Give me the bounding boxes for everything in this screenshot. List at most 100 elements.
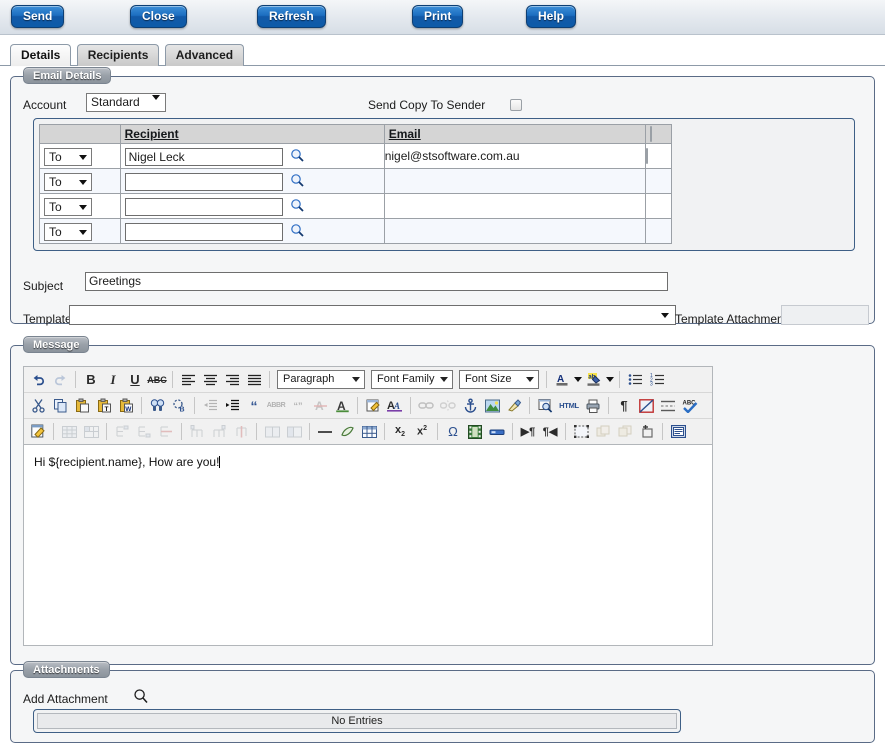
paste-icon[interactable] bbox=[71, 395, 93, 417]
paragraph-format-select[interactable]: Paragraph bbox=[277, 370, 365, 389]
move-forward-icon[interactable] bbox=[592, 421, 614, 443]
font-family-select[interactable]: Font Family bbox=[371, 370, 453, 389]
delete-row-icon[interactable] bbox=[155, 421, 177, 443]
ltr-icon[interactable]: ▶¶ bbox=[517, 421, 539, 443]
recipient-type-select-3[interactable]: To bbox=[44, 223, 92, 241]
help-button[interactable]: Help bbox=[526, 5, 577, 28]
recipient-search-icon-2[interactable] bbox=[290, 198, 304, 215]
row-checkbox-0[interactable] bbox=[645, 148, 648, 164]
close-button[interactable]: Close bbox=[130, 5, 187, 28]
recipient-search-icon-0[interactable] bbox=[290, 148, 304, 165]
split-cells-icon[interactable] bbox=[261, 421, 283, 443]
remove-format-icon[interactable] bbox=[336, 421, 358, 443]
highlight-color-dropdown-icon[interactable] bbox=[605, 369, 615, 391]
insert-row-after-icon[interactable] bbox=[133, 421, 155, 443]
preview-icon[interactable] bbox=[534, 395, 556, 417]
rtl-icon[interactable]: ¶◀ bbox=[539, 421, 561, 443]
move-backward-icon[interactable] bbox=[614, 421, 636, 443]
recipient-type-select-0[interactable]: To bbox=[44, 148, 92, 166]
tab-advanced[interactable]: Advanced bbox=[164, 44, 245, 66]
send-button[interactable]: Send bbox=[11, 5, 65, 28]
cut-icon[interactable] bbox=[27, 395, 49, 417]
insert-media-icon[interactable] bbox=[464, 421, 486, 443]
font-style-icon[interactable]: AA bbox=[384, 395, 406, 417]
recipient-type-select-1[interactable]: To bbox=[44, 173, 92, 191]
unlink-icon[interactable] bbox=[437, 395, 459, 417]
insert-layer-new-icon[interactable] bbox=[636, 421, 658, 443]
find-icon[interactable] bbox=[146, 395, 168, 417]
select-all-checkbox[interactable] bbox=[649, 126, 652, 142]
redo-icon[interactable] bbox=[49, 369, 71, 391]
find-replace-icon[interactable]: B bbox=[168, 395, 190, 417]
recipient-input-1[interactable] bbox=[124, 173, 283, 191]
insert-image-icon[interactable] bbox=[481, 395, 503, 417]
refresh-button[interactable]: Refresh bbox=[257, 5, 326, 28]
align-justify-icon[interactable] bbox=[243, 369, 265, 391]
cell-properties-icon[interactable] bbox=[80, 421, 102, 443]
recipient-search-icon-3[interactable] bbox=[290, 223, 304, 240]
underline-icon[interactable]: U bbox=[124, 369, 146, 391]
insert-table-icon[interactable] bbox=[358, 421, 380, 443]
insert-link-icon[interactable] bbox=[415, 395, 437, 417]
recipient-search-icon-1[interactable] bbox=[290, 173, 304, 190]
recipient-input-0[interactable]: Nigel Leck bbox=[124, 148, 283, 166]
recipient-input-2[interactable] bbox=[124, 198, 283, 216]
recipient-input-3[interactable] bbox=[124, 223, 283, 241]
insert-row-before-icon[interactable] bbox=[111, 421, 133, 443]
copy-icon[interactable] bbox=[49, 395, 71, 417]
table-properties-icon[interactable] bbox=[58, 421, 80, 443]
visual-aid-icon[interactable] bbox=[570, 421, 592, 443]
insert-column-before-icon[interactable] bbox=[186, 421, 208, 443]
tab-details[interactable]: Details bbox=[10, 44, 72, 67]
edit-note-icon[interactable] bbox=[362, 395, 384, 417]
anchor-icon[interactable] bbox=[459, 395, 481, 417]
bullet-list-icon[interactable] bbox=[624, 369, 646, 391]
strikethrough-icon[interactable]: ABC bbox=[146, 369, 168, 391]
numbered-list-icon[interactable]: 123 bbox=[646, 369, 668, 391]
select-all-icon[interactable]: A bbox=[331, 395, 353, 417]
undo-icon[interactable] bbox=[27, 369, 49, 391]
html-source-icon[interactable]: HTML bbox=[556, 395, 582, 417]
insert-page-break-icon[interactable] bbox=[657, 395, 679, 417]
outdent-icon[interactable] bbox=[199, 395, 221, 417]
merge-cells-icon[interactable] bbox=[283, 421, 305, 443]
delete-formatting-icon[interactable]: A bbox=[309, 395, 331, 417]
recipient-type-select-2[interactable]: To bbox=[44, 198, 92, 216]
highlight-color-icon[interactable]: ab bbox=[583, 369, 605, 391]
spellcheck-icon[interactable]: ABC bbox=[679, 395, 701, 417]
special-character-icon[interactable]: Ω bbox=[442, 421, 464, 443]
send-copy-to-sender-checkbox[interactable] bbox=[510, 99, 522, 111]
paste-word-icon[interactable]: W bbox=[115, 395, 137, 417]
paste-text-icon[interactable]: T bbox=[93, 395, 115, 417]
bold-icon[interactable]: B bbox=[80, 369, 102, 391]
abbreviation-icon[interactable]: ABBR bbox=[265, 395, 287, 417]
align-left-icon[interactable] bbox=[177, 369, 199, 391]
subscript-icon[interactable]: x2 bbox=[389, 421, 411, 443]
print-icon[interactable] bbox=[582, 395, 604, 417]
insert-column-after-icon[interactable] bbox=[208, 421, 230, 443]
insert-layer-icon[interactable] bbox=[486, 421, 508, 443]
subject-input[interactable]: Greetings bbox=[85, 272, 668, 291]
align-center-icon[interactable] bbox=[199, 369, 221, 391]
search-icon[interactable] bbox=[133, 688, 149, 707]
message-body-editor[interactable]: Hi ${recipient.name}, How are you! bbox=[24, 447, 712, 645]
show-paragraph-icon[interactable]: ¶ bbox=[613, 395, 635, 417]
blockquote-icon[interactable]: “ bbox=[243, 395, 265, 417]
citation-icon[interactable]: “” bbox=[287, 395, 309, 417]
account-select[interactable]: Standard bbox=[86, 93, 166, 114]
toggle-guidelines-icon[interactable] bbox=[635, 395, 657, 417]
delete-column-icon[interactable] bbox=[230, 421, 252, 443]
horizontal-rule-icon[interactable] bbox=[314, 421, 336, 443]
print-button[interactable]: Print bbox=[412, 5, 464, 28]
superscript-icon[interactable]: x2 bbox=[411, 421, 433, 443]
template-select[interactable] bbox=[69, 305, 676, 325]
indent-icon[interactable] bbox=[221, 395, 243, 417]
text-color-icon[interactable]: A bbox=[551, 369, 573, 391]
font-size-select[interactable]: Font Size bbox=[459, 370, 539, 389]
cleanup-icon[interactable] bbox=[503, 395, 525, 417]
italic-icon[interactable]: I bbox=[102, 369, 124, 391]
align-right-icon[interactable] bbox=[221, 369, 243, 391]
tab-recipients[interactable]: Recipients bbox=[76, 44, 160, 66]
edit-document-icon[interactable] bbox=[27, 421, 49, 443]
fullscreen-icon[interactable] bbox=[667, 421, 689, 443]
